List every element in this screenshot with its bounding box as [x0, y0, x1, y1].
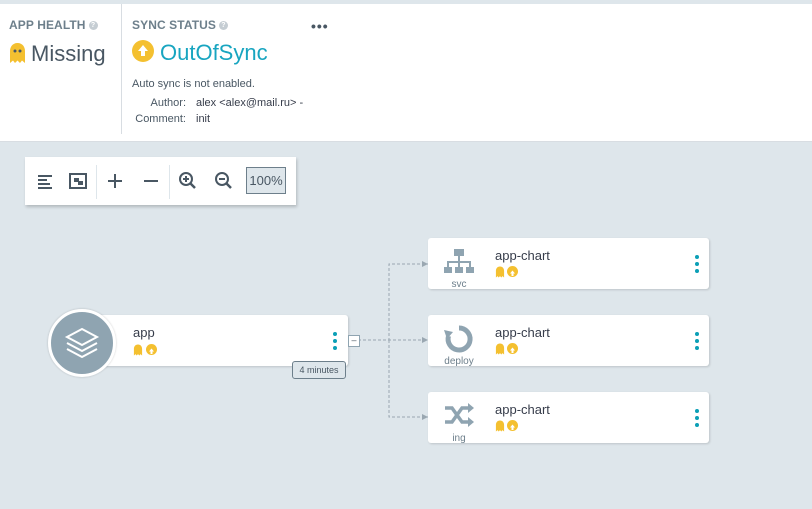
service-icon: [444, 249, 474, 273]
app-layers-icon: [48, 309, 116, 377]
out-of-sync-icon: [507, 420, 518, 431]
resource-kind-label: svc: [451, 279, 467, 290]
age-badge: 4 minutes: [292, 361, 346, 379]
ghost-icon: [495, 420, 505, 432]
resource-menu-icon[interactable]: [695, 255, 699, 273]
resource-name: app-chart: [495, 325, 550, 340]
app-node-menu-icon[interactable]: [333, 332, 337, 350]
resource-kind-label: ing: [452, 433, 466, 444]
resource-name: app-chart: [495, 248, 550, 263]
app-node[interactable]: app: [80, 315, 348, 366]
resource-node-deploy[interactable]: deploy app-chart: [428, 315, 709, 367]
out-of-sync-icon: [507, 343, 518, 354]
out-of-sync-icon: [146, 344, 157, 355]
resource-menu-icon[interactable]: [695, 332, 699, 350]
ingress-shuffle-icon: [445, 403, 474, 427]
resource-menu-icon[interactable]: [695, 409, 699, 427]
resource-name: app-chart: [495, 402, 550, 417]
resource-kind-label: deploy: [444, 356, 474, 367]
collapse-toggle[interactable]: –: [348, 335, 360, 347]
app-node-title: app: [133, 325, 155, 340]
deployment-icon: [444, 325, 473, 353]
out-of-sync-icon: [507, 266, 518, 277]
resource-node-svc[interactable]: svc app-chart: [428, 238, 709, 290]
ghost-icon: [495, 343, 505, 355]
ghost-icon: [133, 344, 143, 356]
ghost-icon: [495, 266, 505, 278]
resource-node-ing[interactable]: ing app-chart: [428, 392, 709, 444]
